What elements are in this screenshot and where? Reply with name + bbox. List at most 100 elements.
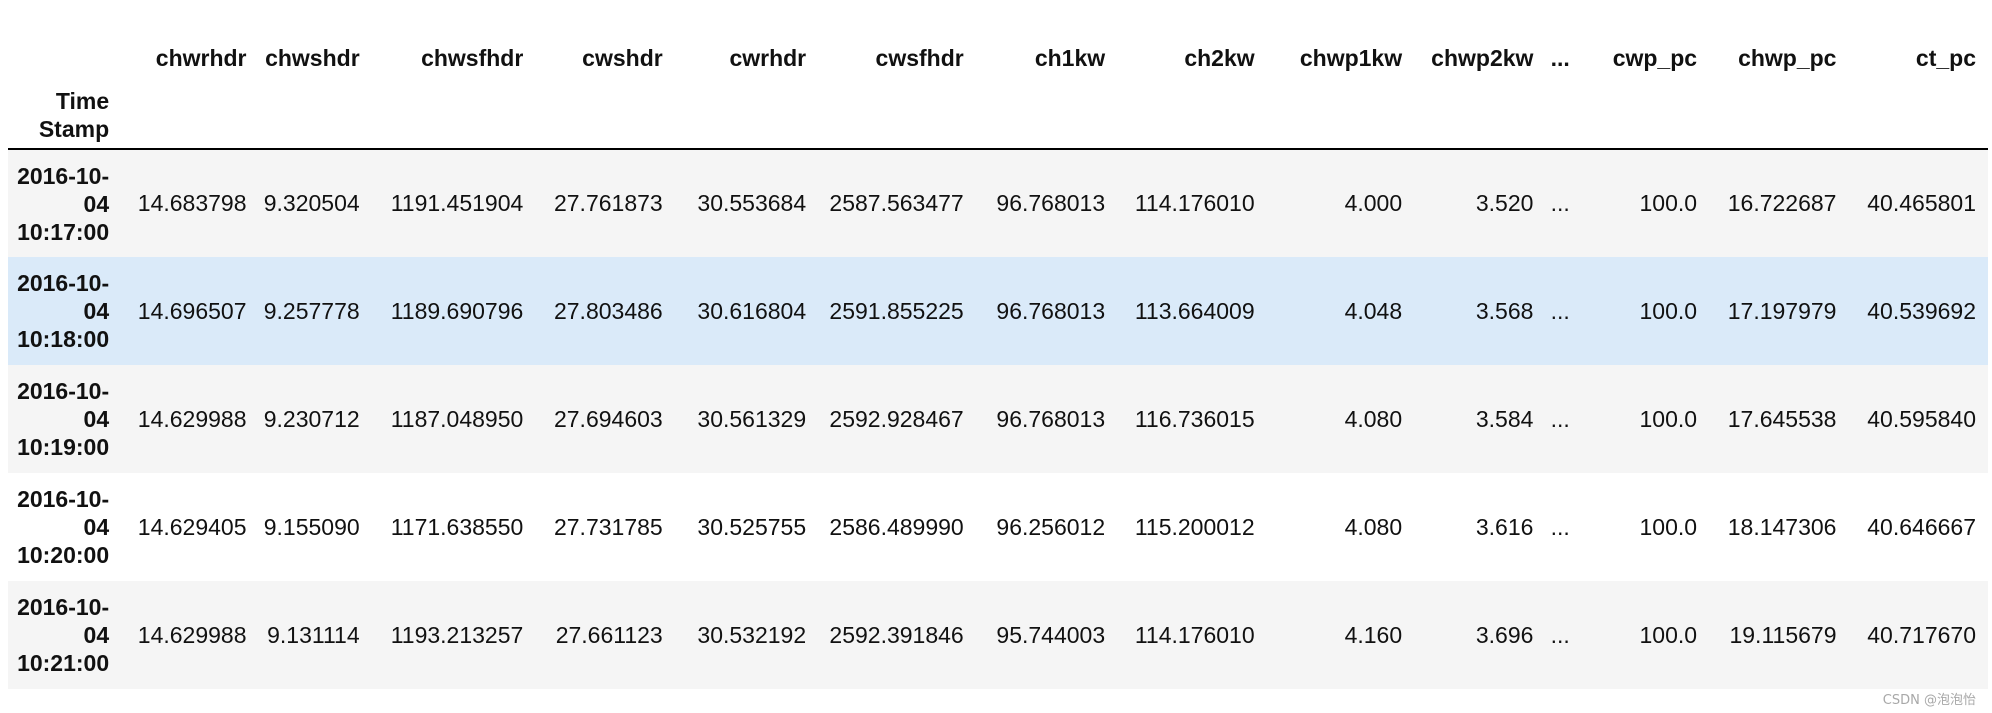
table-cell-ellipsis: ...: [1550, 513, 1570, 540]
table-row[interactable]: 2016-10- 04 10:19:00 14.629988 9.230712 1187.…: [8, 365, 1988, 473]
table-cell: 100.0: [1639, 297, 1698, 324]
column-header: chwshdr: [265, 44, 360, 71]
table-cell: 100.0: [1639, 621, 1698, 648]
row-index-timestamp: 2016-10- 04 10:21:00: [8, 581, 121, 689]
table-cell: 2586.489990: [829, 513, 964, 540]
table-cell: 96.768013: [996, 297, 1106, 324]
table-cell: 30.553684: [697, 190, 807, 216]
column-header: cwsfhdr: [875, 44, 964, 71]
row-index-timestamp: 2016-10- 04 10:17:00: [8, 149, 121, 257]
table-cell: 40.539692: [1867, 297, 1976, 324]
table-cell: 1187.048950: [390, 405, 524, 432]
table-cell: 2592.391846: [829, 621, 964, 648]
table-cell: 113.664009: [1134, 297, 1255, 324]
table-cell: 1189.690796: [390, 297, 524, 324]
table-cell: 3.584: [1475, 405, 1534, 432]
table-cell: 1191.451904: [390, 190, 524, 216]
timestamp-line: 2016-10-: [17, 270, 110, 296]
table-cell: 9.257778: [263, 297, 360, 324]
column-header: ct_pc: [1915, 44, 1976, 71]
table-cell-ellipsis: ...: [1550, 405, 1570, 432]
timestamp-line: 10:19:00: [17, 434, 110, 460]
table-cell: 30.525755: [697, 513, 807, 540]
column-header: cwshdr: [582, 44, 663, 71]
table-cell-ellipsis: ...: [1550, 297, 1570, 324]
table-cell: 116.736015: [1134, 405, 1255, 432]
table-cell: 1171.638550: [390, 513, 524, 540]
table-row[interactable]: 2016-10- 04 10:17:00 14.683798 9.320504 1191.…: [8, 149, 1988, 257]
index-name-line: Stamp: [38, 116, 110, 142]
table-cell: 96.768013: [996, 405, 1106, 432]
timestamp-line: 10:17:00: [17, 218, 110, 245]
table-cell: 115.200012: [1134, 513, 1255, 540]
table-row[interactable]: 2016-10- 04 10:20:00 14.629405 9.155090 1171.…: [8, 473, 1988, 581]
index-name-row: Time Stamp: [8, 83, 1988, 150]
table-cell: 4.000: [1344, 190, 1403, 216]
column-header-row: chwrhdr chwshdr chwsfhdr cwshdr cwrhdr c…: [8, 33, 1988, 83]
table-cell: 40.646667: [1867, 513, 1976, 540]
timestamp-line: 04: [83, 406, 110, 432]
table-cell: 96.256012: [996, 513, 1106, 540]
timestamp-line: 10:20:00: [17, 542, 110, 568]
table-cell: 100.0: [1639, 190, 1698, 216]
column-header: chwrhdr: [155, 44, 247, 71]
timestamp-line: 2016-10-: [17, 594, 110, 620]
column-header-ellipsis: ...: [1550, 44, 1570, 71]
timestamp-line: 10:21:00: [17, 650, 110, 676]
table-cell: 100.0: [1639, 513, 1698, 540]
table-cell: 4.080: [1344, 405, 1403, 432]
table-cell: 4.160: [1344, 621, 1403, 648]
table-cell: 114.176010: [1134, 190, 1255, 216]
table-cell: 17.197979: [1727, 297, 1837, 324]
column-header: chwp1kw: [1299, 44, 1403, 71]
table-cell: 40.595840: [1867, 405, 1976, 432]
column-header: chwp_pc: [1738, 44, 1837, 71]
table-cell: 96.768013: [996, 190, 1106, 216]
table-cell: 27.731785: [553, 513, 663, 540]
table-cell: 1193.213257: [390, 621, 524, 648]
table-cell: 2591.855225: [829, 297, 964, 324]
table-cell: 95.744003: [996, 621, 1106, 648]
timestamp-line: 2016-10-: [17, 486, 110, 512]
column-header: chwp2kw: [1431, 44, 1534, 71]
table-cell: 14.629988: [137, 405, 247, 432]
table-cell: 17.645538: [1727, 405, 1837, 432]
row-index-timestamp: 2016-10- 04 10:20:00: [8, 473, 121, 581]
table-cell: 3.696: [1475, 621, 1534, 648]
table-cell: 30.616804: [697, 297, 807, 324]
timestamp-line: 10:18:00: [17, 326, 110, 352]
column-header: ch1kw: [1034, 44, 1106, 71]
dataframe-table: chwrhdr chwshdr chwsfhdr cwshdr cwrhdr c…: [8, 33, 1988, 689]
index-name-line: Time: [55, 88, 110, 114]
table-cell: 3.616: [1475, 513, 1534, 540]
table-cell: 14.683798: [137, 190, 247, 216]
table-cell: 16.722687: [1727, 190, 1837, 216]
table-cell-ellipsis: ...: [1550, 621, 1570, 648]
timestamp-line: 2016-10-: [17, 378, 110, 404]
column-header: chwsfhdr: [421, 44, 524, 71]
watermark: CSDN @泡泡怡: [1882, 693, 1976, 708]
table-cell: 2592.928467: [829, 405, 964, 432]
table-cell: 114.176010: [1134, 621, 1255, 648]
table-cell: 30.561329: [697, 405, 807, 432]
index-name: Time Stamp: [8, 83, 122, 150]
table-row[interactable]: 2016-10- 04 10:21:00 14.629988 9.131114 1193.…: [8, 581, 1988, 689]
column-header: cwp_pc: [1612, 44, 1698, 71]
table-cell-ellipsis: ...: [1550, 190, 1570, 216]
table-cell: 3.520: [1475, 190, 1534, 216]
table-cell: 40.717670: [1867, 621, 1976, 648]
table-cell: 40.465801: [1867, 190, 1976, 216]
table-cell: 19.115679: [1729, 621, 1837, 648]
table-cell: 14.696507: [137, 297, 247, 324]
table-cell: 27.661123: [555, 621, 663, 648]
timestamp-line: 04: [83, 298, 110, 324]
table-cell: 27.803486: [553, 297, 663, 324]
table-cell: 9.230712: [263, 405, 360, 432]
timestamp-line: 2016-10-: [17, 162, 110, 189]
table-cell: 14.629405: [137, 513, 247, 540]
table-row[interactable]: 2016-10- 04 10:18:00 14.696507 9.257778 1189.…: [8, 257, 1988, 365]
table-body: 2016-10- 04 10:17:00 14.683798 9.320504 1191.…: [8, 149, 1988, 689]
table-cell: 100.0: [1639, 405, 1698, 432]
table-cell: 3.568: [1475, 297, 1534, 324]
timestamp-line: 04: [83, 190, 110, 217]
